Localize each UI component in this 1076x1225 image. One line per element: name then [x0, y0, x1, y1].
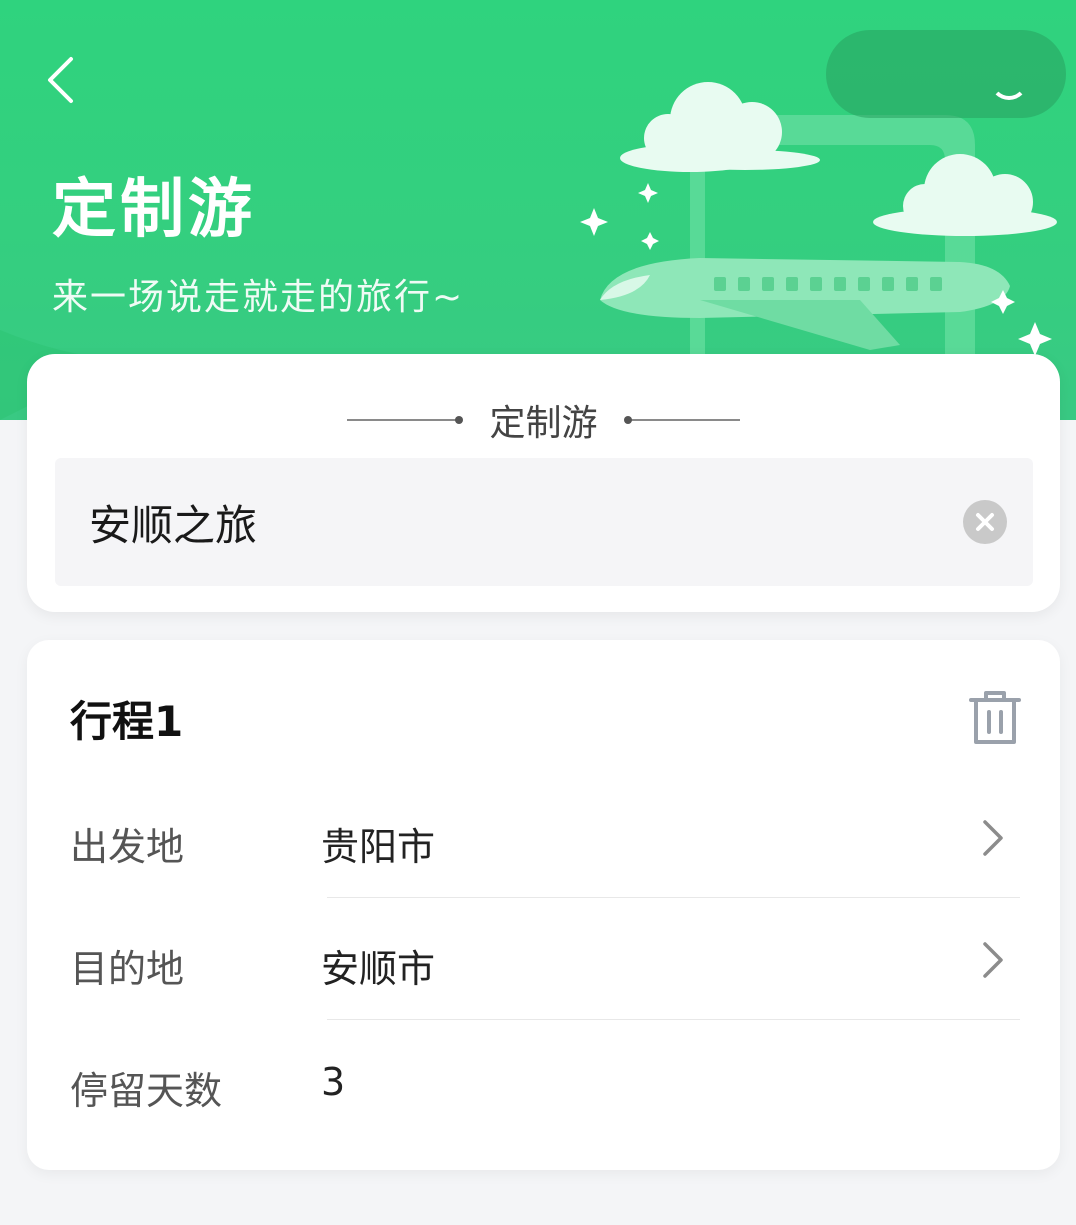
clear-circle-icon: [976, 513, 994, 531]
back-button[interactable]: [36, 52, 84, 108]
section-heading: 定制游: [27, 392, 1060, 448]
destination-value: 安顺市: [321, 947, 436, 991]
departure-row[interactable]: 出发地 贵阳市: [27, 776, 1060, 898]
trip-name-input[interactable]: [89, 458, 929, 586]
mini-program-capsule[interactable]: [826, 30, 1066, 118]
chevron-right-icon: [983, 942, 1003, 978]
page-subtitle: 来一场说走就走的旅行~: [52, 277, 465, 318]
trip-name-field: [55, 458, 1033, 586]
trip-name-card: 定制游: [27, 354, 1060, 612]
heading-divider-left: [347, 416, 464, 424]
stay-days-value[interactable]: 3: [321, 1060, 345, 1104]
destination-label: 目的地: [70, 947, 185, 991]
custom-tour-page: 定制游 来一场说走就走的旅行~ 定制游 行程1: [0, 0, 1076, 1225]
destination-row[interactable]: 目的地 安顺市: [27, 898, 1060, 1020]
close-capsule-icon[interactable]: [990, 62, 1028, 100]
delete-itinerary-button[interactable]: [967, 688, 1023, 748]
chevron-left-icon: [48, 57, 73, 103]
departure-label: 出发地: [70, 825, 185, 869]
itinerary-title: 行程1: [70, 697, 184, 746]
stay-days-label: 停留天数: [70, 1069, 223, 1113]
trash-icon: [969, 691, 1021, 744]
page-title: 定制游: [52, 173, 256, 247]
heading-divider-right: [623, 416, 740, 424]
departure-value: 贵阳市: [321, 825, 436, 869]
clear-icon[interactable]: [963, 500, 1007, 544]
chevron-right-icon: [983, 820, 1003, 856]
itinerary-card: 行程1 出发地 贵阳市 目的地 安顺市 停留天数 3: [27, 640, 1060, 1170]
stay-days-row[interactable]: 停留天数 3: [27, 1020, 1060, 1142]
section-heading-text: 定制游: [489, 403, 598, 444]
